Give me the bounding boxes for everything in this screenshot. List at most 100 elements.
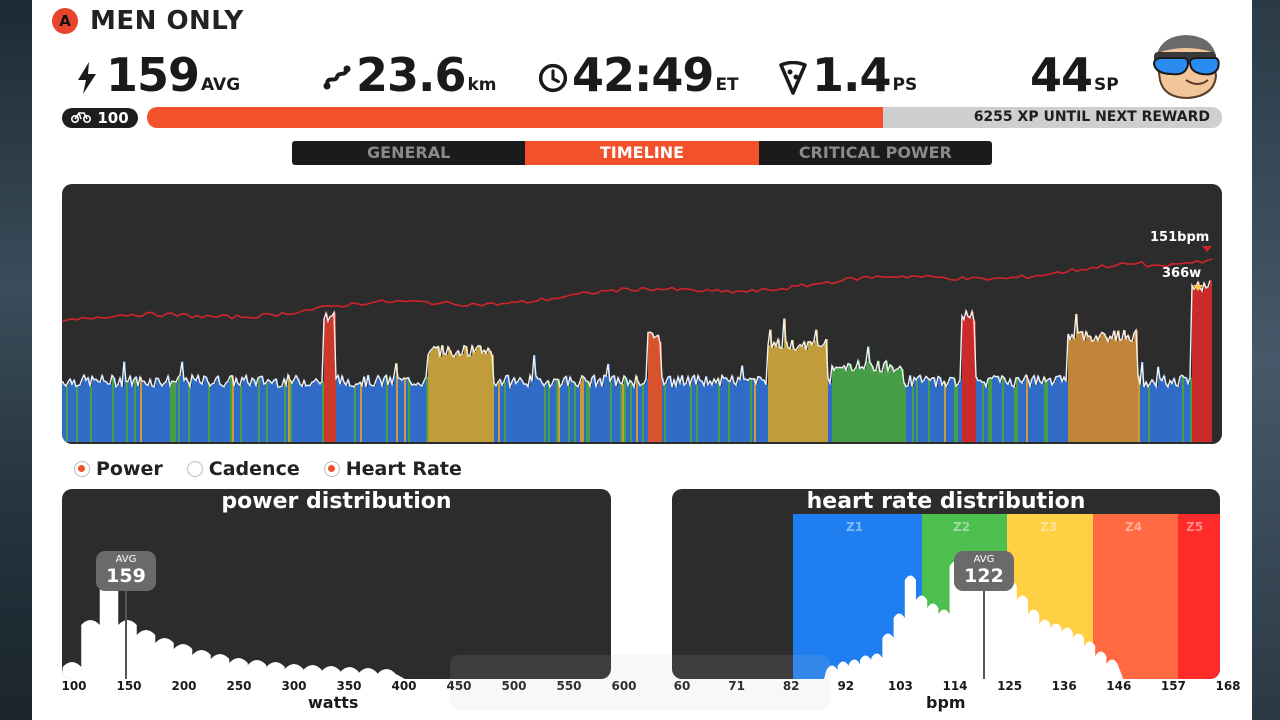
power-bar <box>372 385 374 442</box>
power-bar <box>648 332 650 442</box>
power-bar <box>828 378 830 442</box>
power-axis-title: watts <box>308 693 359 712</box>
power-bar <box>872 365 874 442</box>
power-bar <box>438 346 440 442</box>
power-bar <box>290 380 292 442</box>
power-bar <box>92 376 94 442</box>
power-bar <box>570 377 572 442</box>
power-bar <box>306 385 308 442</box>
power-bar <box>718 378 720 442</box>
power-bar <box>1062 381 1064 442</box>
legend-heart-rate[interactable]: Heart Rate <box>323 458 462 480</box>
power-bar <box>428 355 430 442</box>
power-bar <box>1206 287 1208 442</box>
power-bar <box>252 378 254 442</box>
power-bar <box>370 384 372 442</box>
timeline-chart[interactable]: 151bpm 366w <box>62 184 1222 444</box>
power-bar <box>278 386 280 442</box>
power-bar <box>68 382 70 442</box>
legend-power[interactable]: Power <box>74 458 163 480</box>
power-bar <box>204 376 206 442</box>
power-bar <box>224 386 226 442</box>
power-bar <box>164 383 166 442</box>
power-bar <box>486 353 488 442</box>
power-bar <box>480 345 482 442</box>
power-bar <box>1010 379 1012 442</box>
power-bar <box>914 377 916 442</box>
power-bar <box>1102 332 1104 442</box>
heart-rate-radio[interactable] <box>323 461 340 477</box>
power-bar <box>208 381 210 442</box>
power-bar <box>112 375 114 442</box>
power-bar <box>458 350 460 442</box>
power-bar <box>898 368 900 442</box>
route-icon <box>322 58 352 98</box>
power-bar <box>444 353 446 442</box>
tab-critical-power[interactable]: CRITICAL POWER <box>759 141 992 165</box>
power-bar <box>1086 331 1088 442</box>
power-bar <box>1046 381 1048 442</box>
power-bar <box>540 378 542 442</box>
power-bar <box>248 382 250 442</box>
power-bar <box>616 385 618 442</box>
power-bar <box>808 341 810 442</box>
power-bar <box>328 321 330 442</box>
power-bar <box>840 367 842 442</box>
tab-timeline[interactable]: TIMELINE <box>525 141 759 165</box>
power-bar <box>802 346 804 442</box>
power-bar <box>302 386 304 442</box>
power-bar <box>356 384 358 442</box>
power-bar <box>412 385 414 442</box>
power-bar <box>280 386 282 442</box>
level-badge: 100 <box>62 108 138 128</box>
tab-general[interactable]: GENERAL <box>292 141 525 165</box>
power-bar <box>484 350 486 442</box>
power-bar <box>1104 333 1106 442</box>
power-bar <box>186 377 188 442</box>
power-bar <box>672 386 674 442</box>
power-radio[interactable] <box>74 461 90 477</box>
tab-bar: GENERAL TIMELINE CRITICAL POWER <box>292 141 992 165</box>
power-bar <box>462 353 464 442</box>
zone-z5-label: Z5 <box>1186 520 1204 534</box>
power-bar <box>1070 339 1072 442</box>
power-bar <box>862 366 864 442</box>
power-bar <box>622 383 624 442</box>
power-bar <box>708 384 710 442</box>
legend-cadence[interactable]: Cadence <box>186 458 300 480</box>
power-bar <box>878 360 880 442</box>
power-bar <box>556 379 558 442</box>
power-bar <box>154 386 156 442</box>
power-bar <box>132 385 134 442</box>
hr-max-marker <box>1202 246 1212 252</box>
power-bar <box>304 380 306 442</box>
power-bar <box>424 380 426 442</box>
power-bar <box>106 381 108 442</box>
avatar[interactable] <box>1146 30 1224 100</box>
power-bar <box>254 379 256 442</box>
power-bar <box>144 381 146 442</box>
power-bar <box>86 380 88 442</box>
power-bar <box>1056 376 1058 442</box>
power-bar <box>344 382 346 442</box>
power-bar <box>146 384 148 442</box>
power-bar <box>98 381 100 442</box>
power-bar <box>890 364 892 442</box>
stat-distance: 23.6 km <box>322 48 497 98</box>
power-bar <box>406 378 408 442</box>
chart-legend: Power Cadence Heart Rate <box>74 458 462 480</box>
power-bar <box>738 377 740 442</box>
power-bar <box>1182 375 1184 442</box>
power-bar <box>588 381 590 442</box>
power-bar <box>300 384 302 442</box>
power-bar <box>780 347 782 442</box>
power-bar <box>712 384 714 442</box>
power-bar <box>952 377 954 442</box>
hr-tick-label: 136 <box>1051 679 1077 693</box>
power-bar <box>448 346 450 442</box>
power-bar <box>152 385 154 442</box>
power-bar <box>1138 375 1140 442</box>
cadence-radio[interactable] <box>186 461 203 477</box>
power-distribution-panel: AVG 159 <box>62 489 611 679</box>
power-bar <box>1200 287 1202 442</box>
